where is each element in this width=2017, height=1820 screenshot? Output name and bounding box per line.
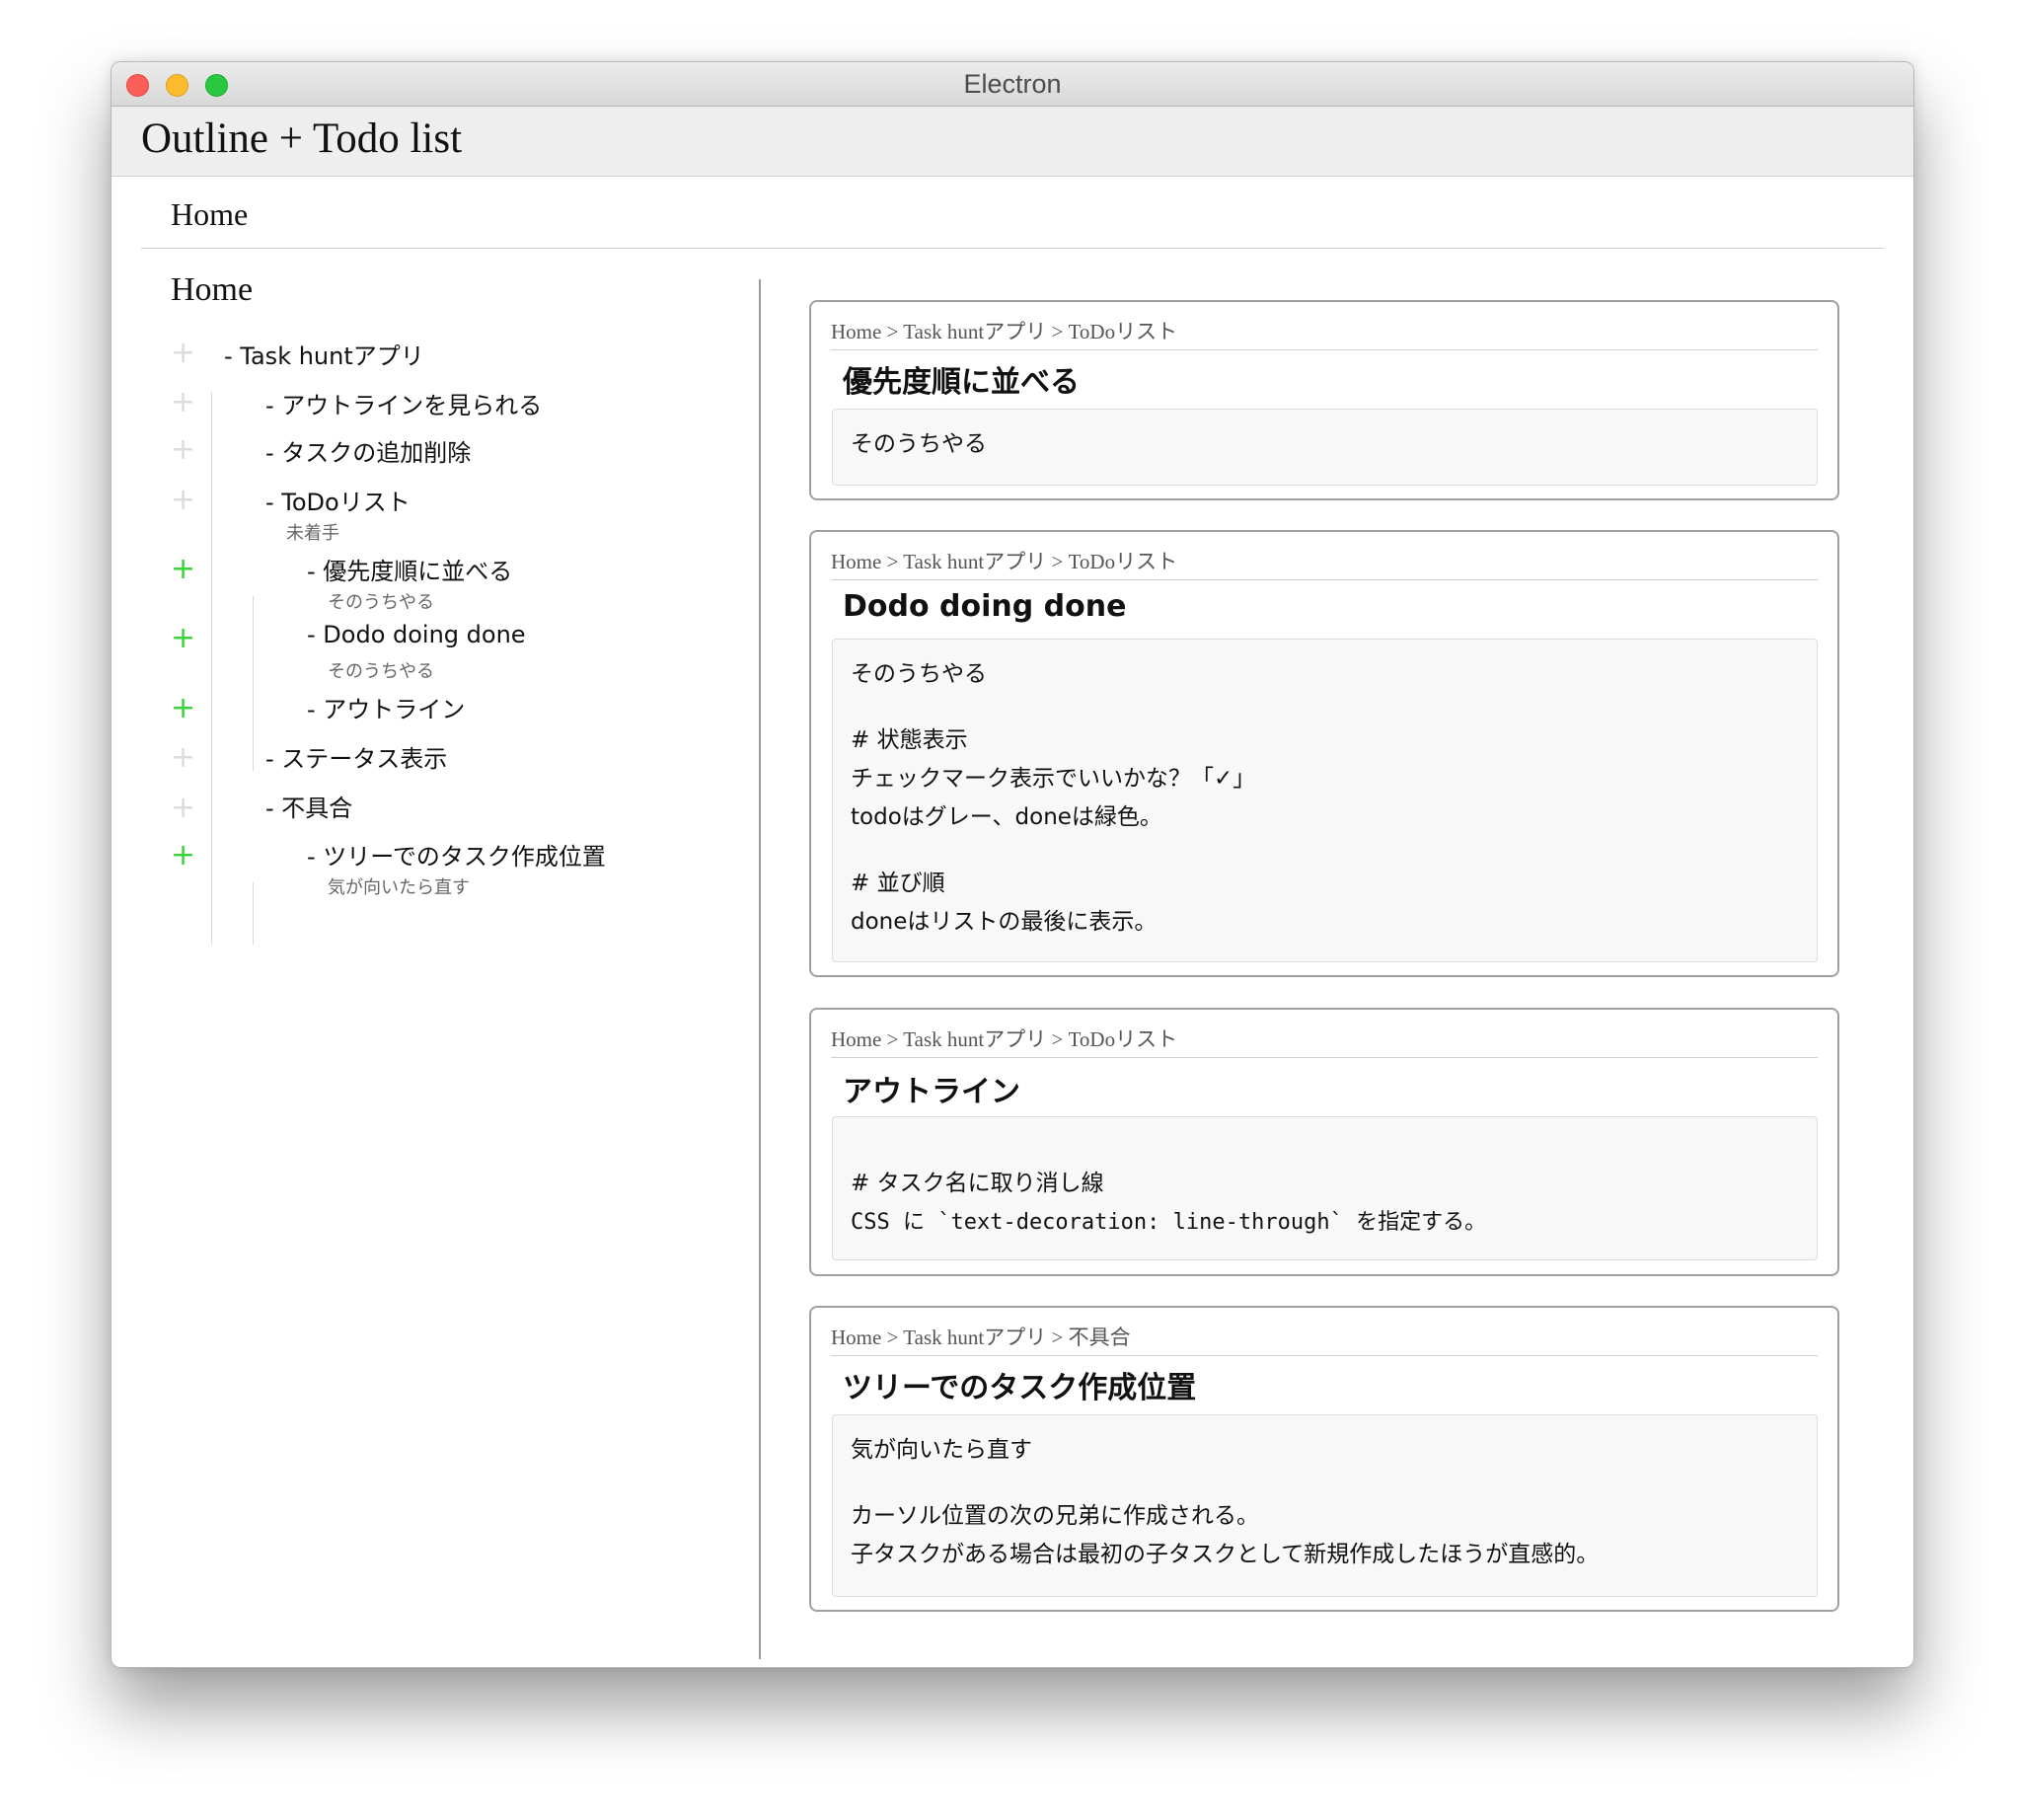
tree-node-note: 気が向いたら直す [328,877,470,898]
task-card[interactable]: Home > Task huntアプリ > 不具合 ツリーでのタスク作成位置 気… [809,1306,1839,1612]
tree-node-label[interactable]: - Task huntアプリ [224,337,424,371]
title-bar[interactable]: Electron [112,62,1913,107]
card-line: カーソル位置の次の兄弟に作成される。 [851,1503,1259,1529]
card-line-blank [851,694,1799,721]
card-line: # タスク名に取り消し線 [851,1171,1104,1196]
task-card[interactable]: Home > Task huntアプリ > ToDoリスト Dodo doing… [809,530,1839,977]
task-card[interactable]: Home > Task huntアプリ > ToDoリスト アウトライン # タ… [809,1008,1839,1276]
card-breadcrumb: Home > Task huntアプリ > ToDoリスト [831,316,1818,350]
tree-node-label[interactable]: - 優先度順に並べる [307,552,512,586]
zoom-window-button[interactable] [205,74,228,97]
card-line: そのうちやる [851,431,987,457]
card-body[interactable]: # タスク名に取り消し線 CSS に `text-decoration: lin… [832,1116,1818,1260]
task-card[interactable]: Home > Task huntアプリ > ToDoリスト 優先度順に並べる そ… [809,300,1839,500]
tree-node-label[interactable]: - タスクの追加削除 [265,433,471,468]
card-breadcrumb: Home > Task huntアプリ > ToDoリスト [831,546,1818,580]
tree-node-label[interactable]: - 不具合 [265,789,352,823]
card-body[interactable]: そのうちやる # 状態表示 チェックマーク表示でいいかな？「✓」 todoはグレ… [832,639,1818,962]
card-line: # 状態表示 [851,727,968,753]
card-title[interactable]: ツリーでのタスク作成位置 [843,1363,1196,1406]
tree-node-note: そのうちやる [328,661,434,682]
tree-node-label[interactable]: - アウトライン [307,690,465,724]
expand-plus-icon[interactable]: + [171,841,195,871]
expand-plus-icon[interactable]: + [171,555,195,584]
card-line: チェックマーク表示でいいかな？「✓」 [851,766,1256,792]
card-line: 気が向いたら直す [851,1437,1032,1463]
card-body[interactable]: そのうちやる [832,409,1818,486]
tree-guide-line [211,392,212,945]
tree-node-label[interactable]: - ToDoリスト [265,483,411,517]
card-line: # 並び順 [851,871,945,896]
header-divider [141,248,1884,249]
app-title: Outline + Todo list [141,115,463,162]
tree-root-home[interactable]: Home [171,271,253,309]
card-line: そのうちやる [851,661,987,687]
close-window-button[interactable] [126,74,149,97]
expand-plus-icon[interactable]: + [171,339,195,368]
breadcrumb[interactable]: Home [171,196,248,233]
card-title[interactable]: アウトライン [843,1067,1020,1110]
expand-plus-icon[interactable]: + [171,743,195,773]
card-line-blank [851,1470,1799,1497]
card-title[interactable]: 優先度順に並べる [843,357,1080,401]
app-window: Electron Outline + Todo list Home Home +… [111,61,1914,1668]
tree-guide-line [253,596,254,771]
expand-plus-icon[interactable]: + [171,794,195,823]
tree-node-label[interactable]: - ツリーでのタスク作成位置 [307,837,606,872]
tree-node-label[interactable]: - ステータス表示 [265,739,447,774]
minimize-window-button[interactable] [166,74,188,97]
tree-node-note: 未着手 [286,523,339,544]
expand-plus-icon[interactable]: + [171,388,195,417]
card-line: todoはグレー、doneは緑色。 [851,804,1162,830]
tree-guide-line [253,882,254,945]
card-line: 子タスクがある場合は最初の子タスクとして新規作成したほうが直感的。 [851,1542,1600,1567]
tree-node-note: そのうちやる [328,592,434,613]
card-breadcrumb: Home > Task huntアプリ > 不具合 [831,1322,1818,1356]
card-line-blank [851,837,1799,865]
app-header: Outline + Todo list [112,107,1913,177]
card-body[interactable]: 気が向いたら直す カーソル位置の次の兄弟に作成される。 子タスクがある場合は最初… [832,1414,1818,1597]
expand-plus-icon[interactable]: + [171,486,195,515]
expand-plus-icon[interactable]: + [171,694,195,723]
card-line: CSS に `text-decoration: line-through` を指… [851,1210,1487,1235]
tree-node-label[interactable]: - Dodo doing done [307,621,526,648]
tree-node-label[interactable]: - アウトラインを見られる [265,386,542,420]
expand-plus-icon[interactable]: + [171,435,195,465]
outline-tree: Home + - Task huntアプリ + - アウトラインを見られる + … [112,260,759,1667]
window-title: Electron [963,68,1062,99]
card-line: doneはリストの最後に表示。 [851,909,1158,935]
card-title[interactable]: Dodo doing done [843,589,1126,624]
pane-divider[interactable] [759,279,761,1659]
card-breadcrumb: Home > Task huntアプリ > ToDoリスト [831,1024,1818,1058]
expand-plus-icon[interactable]: + [171,624,195,653]
